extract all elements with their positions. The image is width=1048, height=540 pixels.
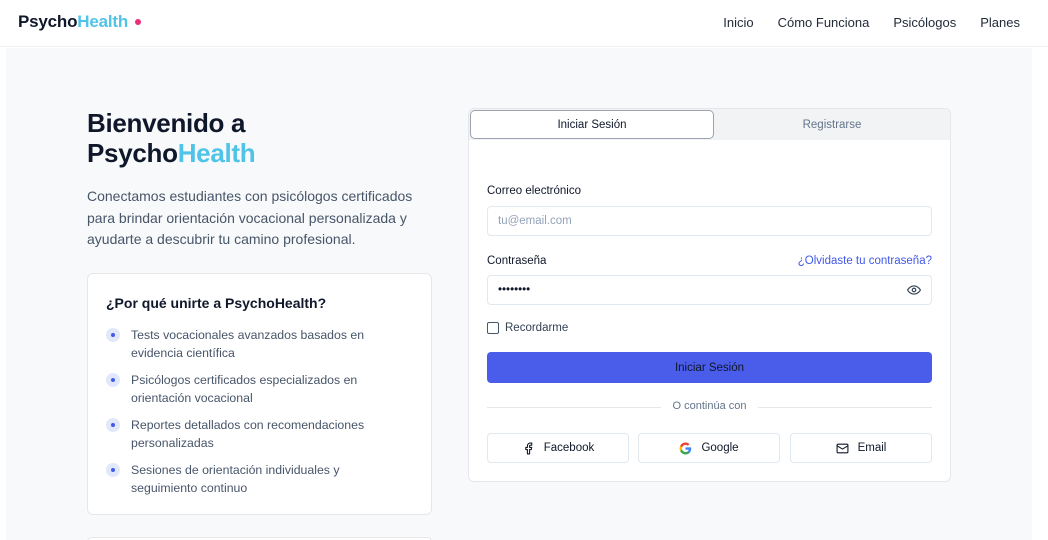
bullet-dot-icon xyxy=(106,373,120,387)
benefit-text: Reportes detallados con recomendaciones … xyxy=(131,418,365,450)
nav-link-planes[interactable]: Planes xyxy=(980,15,1020,30)
bullet-dot-icon xyxy=(106,418,120,432)
nav-menu: Inicio Cómo Funciona Psicólogos Planes xyxy=(723,15,1020,30)
facebook-label: Facebook xyxy=(543,442,595,454)
brand-logo[interactable]: Psycho Health xyxy=(18,12,142,32)
divider-line-right xyxy=(758,407,932,408)
auth-tabs: Iniciar Sesión Registrarse xyxy=(469,109,950,140)
benefit-item: Reportes detallados con recomendaciones … xyxy=(106,416,406,452)
tab-login[interactable]: Iniciar Sesión xyxy=(470,110,714,139)
brand-name-part1: Psycho xyxy=(18,12,78,31)
tab-register[interactable]: Registrarse xyxy=(715,110,949,139)
hero-title-line1: Bienvenido a xyxy=(87,108,246,138)
password-label: Contraseña xyxy=(487,255,547,267)
hero-title-part2: Health xyxy=(177,138,256,168)
login-submit-button[interactable]: Iniciar Sesión xyxy=(487,352,932,383)
hero-title: Bienvenido a PsychoHealth xyxy=(87,108,256,168)
benefit-item: Tests vocacionales avanzados basados en … xyxy=(106,326,406,362)
email-login-button[interactable]: Email xyxy=(790,433,932,463)
email-label: Correo electrónico xyxy=(487,185,581,197)
bullet-dot-icon xyxy=(106,463,120,477)
remember-me-label: Recordarme xyxy=(505,322,569,334)
brand-dot-icon xyxy=(135,19,142,25)
or-divider: O continúa con xyxy=(487,400,932,414)
nav-link-inicio[interactable]: Inicio xyxy=(723,15,753,30)
hero-title-part1: Psycho xyxy=(87,138,178,168)
benefit-text: Psicólogos certificados especializados e… xyxy=(131,373,358,405)
top-navbar: Psycho Health Inicio Cómo Funciona Psicól… xyxy=(0,0,1048,47)
why-join-title: ¿Por qué unirte a PsychoHealth? xyxy=(106,295,327,311)
google-icon xyxy=(679,442,692,454)
eye-icon[interactable] xyxy=(907,283,921,297)
benefits-list: Tests vocacionales avanzados basados en … xyxy=(106,326,406,506)
remember-me-checkbox[interactable]: Recordarme xyxy=(487,322,568,334)
facebook-icon xyxy=(524,442,533,454)
forgot-password-link[interactable]: ¿Olvidaste tu contraseña? xyxy=(798,255,932,267)
email-label-social: Email xyxy=(857,442,887,454)
benefit-text: Tests vocacionales avanzados basados en … xyxy=(131,328,365,360)
checkbox-box[interactable] xyxy=(487,322,499,334)
facebook-login-button[interactable]: Facebook xyxy=(487,433,629,463)
auth-card: Iniciar Sesión Registrarse Correo electr… xyxy=(468,108,951,482)
password-field[interactable] xyxy=(487,275,932,305)
google-login-button[interactable]: Google xyxy=(638,433,780,463)
email-field[interactable] xyxy=(487,206,932,236)
why-join-card: ¿Por qué unirte a PsychoHealth? Tests vo… xyxy=(87,273,432,515)
nav-link-psicologos[interactable]: Psicólogos xyxy=(893,15,956,30)
hero-description: Conectamos estudiantes con psicólogos ce… xyxy=(87,188,413,247)
benefit-item: Sesiones de orientación individuales y s… xyxy=(106,461,406,497)
brand-name-part2: Health xyxy=(77,12,129,31)
google-label: Google xyxy=(701,442,739,454)
benefit-text: Sesiones de orientación individuales y s… xyxy=(131,463,340,495)
benefit-item: Psicólogos certificados especializados e… xyxy=(106,371,406,407)
bullet-dot-icon xyxy=(106,328,120,342)
nav-link-como-funciona[interactable]: Cómo Funciona xyxy=(778,15,870,30)
mail-icon xyxy=(836,443,849,453)
divider-text: O continúa con xyxy=(672,400,747,412)
